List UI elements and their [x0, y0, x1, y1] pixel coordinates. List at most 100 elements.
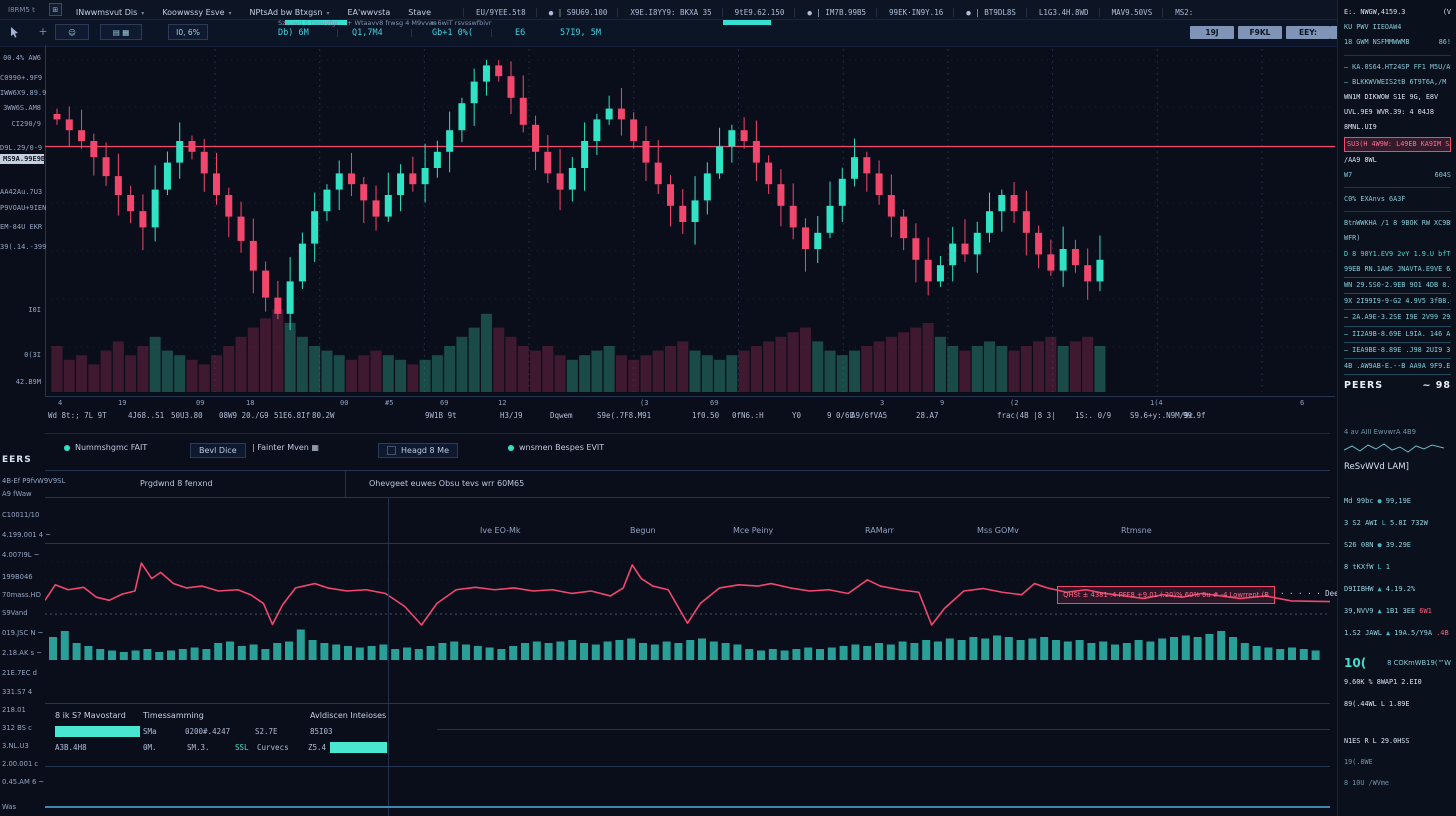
value-bar: [330, 742, 387, 753]
toolbar-stat: Q1,7M4: [352, 28, 383, 38]
price-annotation-box[interactable]: QHSt ± 4381 .4 PFF8 +9.01 (.20)% 60% 6u …: [1057, 586, 1275, 604]
right-sidebar: E:. NWGW,4159.3(VKU PWV IIEOAW418 GWM NS…: [1337, 0, 1456, 816]
legend-item[interactable]: Nummshgmc FAIT: [64, 443, 147, 452]
time-label: 50U3.80: [171, 411, 203, 420]
pointer-tool-icon[interactable]: [8, 27, 22, 40]
column-header[interactable]: Mss GOMv: [977, 526, 1019, 535]
sidebar-row: WN1M DIKWOW S1E 9G, E8V: [1344, 90, 1451, 105]
time-label: Dqwem: [550, 411, 573, 420]
sidebar-row: 4B .AW9AB-E.--B AA9A 9F9.EEIA9: [1344, 359, 1451, 375]
ticker-item: ● | IM7B.99B5: [794, 8, 866, 17]
time-tick: #5: [385, 399, 393, 407]
time-label: 9W1B 9t: [425, 411, 457, 420]
holder-row: 3 S2 AWIL5.8I 732W: [1344, 512, 1451, 534]
series-dot-icon: [508, 445, 514, 451]
menu-item[interactable]: Stave: [408, 8, 431, 17]
sidebar-row: — BLKKWVWEIS2tB 6T9T6A,/M: [1344, 75, 1451, 90]
price-axis-label: P9VOAU+9IEN: [0, 204, 44, 212]
ownership-headline: 10( 8 COKmWB19(™W: [1344, 656, 1451, 671]
lower-axis-label: 2.00.001 c: [2, 760, 44, 768]
menu-item[interactable]: EA'wwvsta: [347, 8, 390, 17]
panel-tab-left[interactable]: Prgdwnd 8 fenxnd: [140, 470, 213, 497]
price-axis-label: C0990+.9F9: [0, 74, 44, 82]
column-header[interactable]: Begun: [630, 526, 656, 535]
time-tick: (3: [640, 399, 648, 407]
column-header[interactable]: Mce Peiny: [733, 526, 773, 535]
time-label: S9e(.7F8.M91: [597, 411, 651, 420]
price-axis-label: CI290/9: [0, 120, 44, 128]
column-header[interactable]: RAMarr: [865, 526, 894, 535]
holder-row: D9IIBHW▲4.19.2%: [1344, 578, 1451, 600]
toolbar-sublabel: + 6wiT rsvsswfbivr: [430, 19, 492, 27]
add-tool-icon[interactable]: ＋: [36, 27, 50, 40]
table-cell: S2.7E: [255, 727, 278, 736]
panel-header-divider: [345, 470, 346, 497]
separator: |: [490, 28, 493, 37]
checkbox-icon[interactable]: [387, 446, 396, 455]
sidebar-row: 9X 2I99I9-9-G2 4.9V5 3fB8.8I: [1344, 294, 1451, 310]
menu-item[interactable]: NPtsAd bw Btxgsn▾: [250, 8, 330, 17]
time-tick: 19: [118, 399, 126, 407]
app-logo-icon[interactable]: ⊞: [49, 3, 62, 16]
price-axis-label: D9L.29/0-9: [0, 144, 44, 152]
time-label: Wd 8t:; 7L 9T: [48, 411, 107, 420]
time-label: 99.9f: [1183, 411, 1206, 420]
ownership-block: 10( 8 COKmWB19(™W9.60K % 8WAP1 2.EI089(.…: [1344, 656, 1451, 715]
footer-row: 19(.8WE: [1344, 752, 1451, 773]
lower-axis-label: 199B046: [2, 573, 44, 581]
timeframe-button[interactable]: F9KL: [1238, 26, 1282, 39]
toolbar-button[interactable]: ▤ ▦: [100, 24, 142, 40]
table-cell: A3B.4H8: [55, 743, 87, 752]
price-axis-label: EM-84U EKR: [0, 223, 44, 231]
menu-item[interactable]: Koowwssy Esve▾: [162, 8, 231, 17]
menu-item[interactable]: INwwmsvut Dis▾: [76, 8, 144, 17]
time-tick: 3: [880, 399, 884, 407]
legend-item[interactable]: wnsmen Bespes EVIT: [508, 443, 604, 452]
toolbar-button[interactable]: I0, 6%: [168, 24, 208, 40]
table-cell: Z5.4: [308, 743, 326, 752]
lower-axis-label: 4B-Ef P9fvW9V9SL: [2, 477, 44, 485]
lower-axis-label: 21E.7EC d: [2, 669, 44, 677]
timeframe-button[interactable]: 19J: [1190, 26, 1234, 39]
time-label: 0fN6.:H: [732, 411, 764, 420]
sidebar-row: C0% EXAnvs 6A3F: [1344, 192, 1451, 207]
holder-row: S26 08N●39.29E: [1344, 534, 1451, 556]
ticker-item: EU/9YEE.5t8: [463, 8, 526, 17]
ticker-item: L1G3.4H.8WD: [1026, 8, 1089, 17]
column-header[interactable]: Rtmsne: [1121, 526, 1152, 535]
holder-row: 1.S2 JAWL▲19A.5/Y9A.4B: [1344, 622, 1451, 644]
ticker-item: X9E.I8YY9: BKXA 35: [617, 8, 711, 17]
alert-row: SU3(H 4W9W: L49EB KA9IM SA: [1344, 137, 1451, 152]
ticker-item: ● | BT9DL8S: [953, 8, 1016, 17]
time-tick: (2: [1010, 399, 1018, 407]
time-tick: 4: [58, 399, 62, 407]
lower-study-chart[interactable]: [45, 552, 1330, 664]
table-cell: SMa: [143, 727, 157, 736]
sidebar-row: E:. NWGW,4159.3(V: [1344, 5, 1451, 20]
price-axis-label: 42.B9M: [0, 378, 44, 386]
legend-item[interactable]: Bevl Dice: [190, 443, 246, 458]
peers-header[interactable]: PEERS~ 98: [1344, 375, 1451, 397]
price-axis-label: 0(3I: [0, 351, 44, 359]
sidebar-divider: [1344, 55, 1451, 56]
chart-panel-divider: [45, 433, 1330, 434]
timeframe-button[interactable]: EEY:: [1286, 26, 1330, 39]
column-header[interactable]: Ive EO-Mk: [480, 526, 521, 535]
panel-tab-right[interactable]: Ohevgeet euwes Obsu tevs wrr 60M65: [369, 470, 524, 497]
table-bottom-border: [45, 766, 1330, 767]
candlestick-chart[interactable]: [45, 45, 1335, 397]
time-tick: 6: [1300, 399, 1304, 407]
sidebar-row: WFR): [1344, 231, 1451, 246]
time-tick: 18: [246, 399, 254, 407]
column-header-underline: [45, 543, 1330, 544]
sidebar-row: BtnWWKHA /1 8 9BOK RW XC9BNIS RW: [1344, 216, 1451, 231]
time-tick: 09: [196, 399, 204, 407]
ticker-item: 9tE9.62.150: [722, 8, 785, 17]
toolbar-sublabel: + Wtaavv8 frwsg 4 M9vvaa: [347, 19, 437, 27]
legend-item[interactable]: Heagd 8 Me: [378, 443, 458, 458]
toolbar-button[interactable]: ☺: [55, 24, 89, 40]
legend-item[interactable]: | Fainter Mven ▦: [252, 443, 319, 452]
time-tick: 00: [340, 399, 348, 407]
sidebar-row: 99EB RN.1AWS JNAVTA.E9VE 6AVA: [1344, 262, 1451, 278]
time-tick: 12: [498, 399, 506, 407]
